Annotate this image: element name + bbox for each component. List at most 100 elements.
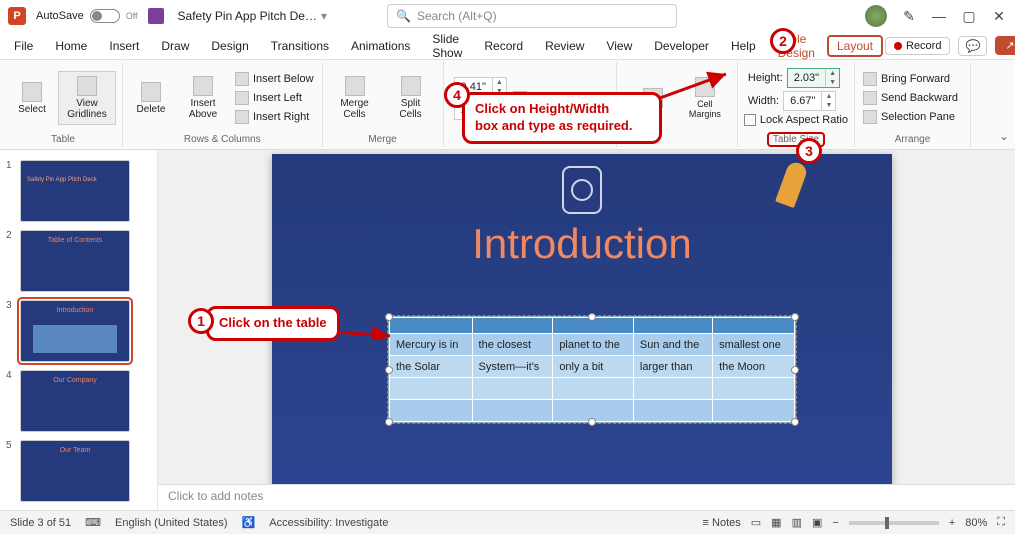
tab-file[interactable]: File [4, 35, 43, 57]
insert-left-button[interactable]: Insert Left [233, 90, 316, 106]
lock-aspect-checkbox[interactable] [744, 114, 756, 126]
margins-icon [695, 77, 715, 97]
fit-window-icon[interactable]: ⛶ [997, 516, 1005, 529]
search-icon: 🔍 [396, 9, 411, 23]
tab-draw[interactable]: Draw [151, 35, 199, 57]
split-icon [401, 76, 421, 96]
height-label: Height: [748, 72, 783, 84]
thumbnail-4[interactable]: 4Our Company [2, 366, 155, 436]
annotation-marker-4: 4 [444, 82, 470, 108]
table-object[interactable]: Mercury is inthe closestplanet to theSun… [388, 316, 796, 423]
split-cells-button[interactable]: Split Cells [385, 72, 437, 124]
resize-handle[interactable] [791, 418, 799, 426]
notes-toggle[interactable]: ≡ Notes [703, 517, 741, 529]
resize-handle[interactable] [588, 418, 596, 426]
tab-view[interactable]: View [596, 35, 642, 57]
tab-layout[interactable]: Layout [827, 35, 883, 57]
resize-handle[interactable] [588, 313, 596, 321]
search-input[interactable]: 🔍 Search (Alt+Q) [387, 4, 677, 28]
save-icon[interactable] [148, 8, 164, 24]
slide-counter[interactable]: Slide 3 of 51 [10, 517, 71, 529]
group-rowscols: Rows & Columns [184, 134, 261, 147]
tab-review[interactable]: Review [535, 35, 594, 57]
view-slideshow-icon[interactable]: ▣ [812, 516, 822, 529]
tab-design[interactable]: Design [201, 35, 258, 57]
record-button[interactable]: Record [885, 37, 950, 55]
thumbnail-5[interactable]: 5Our Team [2, 436, 155, 506]
view-normal-icon[interactable]: ▭ [751, 516, 761, 529]
grid-icon [77, 76, 97, 96]
tab-developer[interactable]: Developer [644, 35, 719, 57]
language-status[interactable]: English (United States) [115, 517, 228, 529]
delete-button[interactable]: Delete [129, 78, 173, 119]
share-button[interactable]: ↗Share [995, 36, 1015, 55]
document-name[interactable]: Safety Pin App Pitch De… [178, 9, 317, 23]
zoom-level[interactable]: 80% [965, 517, 987, 529]
zoom-slider[interactable] [849, 521, 939, 525]
tab-insert[interactable]: Insert [99, 35, 149, 57]
slide-thumbnail-panel[interactable]: 1Safety Pin App Pitch Deck 2Table of Con… [0, 150, 158, 510]
autosave-toggle[interactable] [90, 9, 120, 23]
cell-margins-button[interactable]: Cell Margins [679, 73, 731, 123]
bring-forward-button[interactable]: Bring Forward [861, 71, 960, 87]
maximize-button[interactable]: ▢ [961, 8, 977, 24]
resize-handle[interactable] [791, 366, 799, 374]
share-icon: ↗ [1005, 39, 1014, 52]
insert-below-button[interactable]: Insert Below [233, 71, 316, 87]
select-button[interactable]: Select [10, 78, 54, 119]
resize-handle[interactable] [385, 418, 393, 426]
collapse-ribbon-icon[interactable]: ⌄ [999, 129, 1009, 143]
thumbnail-3[interactable]: 3Introduction [2, 296, 155, 366]
user-avatar[interactable] [865, 5, 887, 27]
lang-icon: ⌨ [85, 516, 101, 529]
minimize-button[interactable]: — [931, 8, 947, 24]
comments-button[interactable]: 💬 [958, 36, 987, 56]
resize-handle[interactable] [385, 313, 393, 321]
thumbnail-1[interactable]: 1Safety Pin App Pitch Deck [2, 156, 155, 226]
annotation-callout-4: Click on Height/Widthbox and type as req… [462, 92, 662, 144]
lock-aspect-label: Lock Aspect Ratio [760, 114, 848, 126]
width-label: Width: [748, 95, 779, 107]
table-row: the SolarSystem—it'sonly a bitlarger tha… [390, 356, 795, 378]
insert-below-icon [235, 72, 249, 86]
accessibility-status[interactable]: Accessibility: Investigate [269, 517, 388, 529]
ink-icon[interactable]: ✎ [901, 8, 917, 24]
insert-right-button[interactable]: Insert Right [233, 109, 316, 125]
insert-above-button[interactable]: Insert Above [177, 72, 229, 124]
close-button[interactable]: ✕ [991, 8, 1007, 24]
view-reading-icon[interactable]: ▥ [792, 516, 802, 529]
table-row: Mercury is inthe closestplanet to theSun… [390, 334, 795, 356]
autosave-state: Off [126, 11, 138, 21]
resize-handle[interactable] [791, 313, 799, 321]
selection-pane-button[interactable]: Selection Pane [861, 109, 960, 125]
send-backward-button[interactable]: Send Backward [861, 90, 960, 106]
group-arrange: Arrange [895, 134, 931, 147]
selection-icon [863, 110, 877, 124]
search-placeholder: Search (Alt+Q) [417, 9, 497, 23]
thumbnail-2[interactable]: 2Table of Contents [2, 226, 155, 296]
insert-left-icon [235, 91, 249, 105]
view-sorter-icon[interactable]: ▦ [771, 516, 781, 529]
tab-home[interactable]: Home [45, 35, 97, 57]
resize-handle[interactable] [385, 366, 393, 374]
table-height-input[interactable]: 2.03"▲▼ [787, 68, 840, 88]
table-row [390, 378, 795, 400]
merge-cells-button[interactable]: Merge Cells [329, 72, 381, 124]
table-width-input[interactable]: 6.67"▲▼ [783, 91, 836, 111]
merge-icon [345, 76, 365, 96]
doc-menu-chevron-icon[interactable]: ▾ [321, 9, 327, 23]
tab-transitions[interactable]: Transitions [261, 35, 339, 57]
zoom-out-button[interactable]: − [832, 517, 838, 529]
tab-animations[interactable]: Animations [341, 35, 420, 57]
insert-right-icon [235, 110, 249, 124]
annotation-marker-2: 2 [770, 28, 796, 54]
tab-record[interactable]: Record [474, 35, 533, 57]
access-icon: ♿ [242, 516, 256, 529]
zoom-in-button[interactable]: + [949, 517, 955, 529]
notes-pane[interactable]: Click to add notes [158, 484, 1015, 510]
tab-slideshow[interactable]: Slide Show [422, 28, 472, 64]
tab-help[interactable]: Help [721, 35, 766, 57]
annotation-marker-3: 3 [796, 138, 822, 164]
view-gridlines-button[interactable]: View Gridlines [58, 71, 116, 125]
delete-icon [141, 82, 161, 102]
